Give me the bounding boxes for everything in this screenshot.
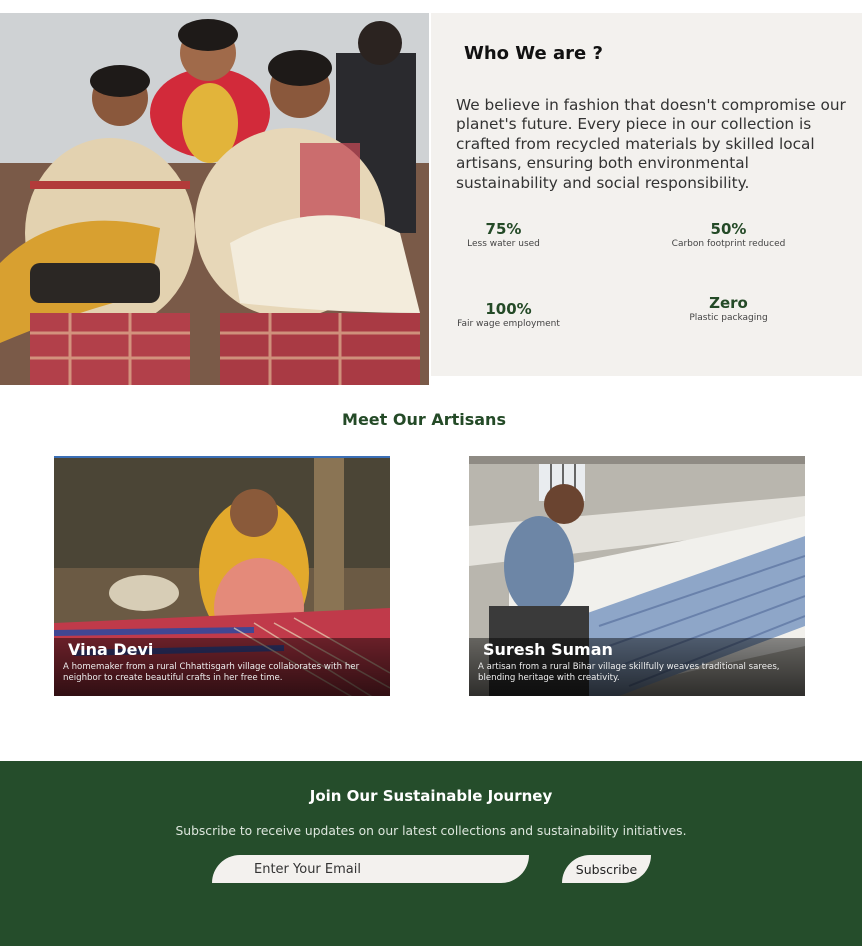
stat-value: 100% bbox=[485, 300, 532, 318]
stat-value: 75% bbox=[485, 220, 522, 238]
stat-label: Fair wage employment bbox=[457, 319, 560, 329]
stat-value: Zero bbox=[709, 294, 748, 312]
subscribe-button[interactable]: Subscribe bbox=[562, 855, 651, 883]
stat-label: Carbon footprint reduced bbox=[671, 239, 786, 249]
newsletter-section: Join Our Sustainable Journey Subscribe t… bbox=[0, 761, 862, 946]
artisan-description: A artisan from a rural Bihar village ski… bbox=[478, 662, 780, 683]
about-section: Who We are ? We believe in fashion that … bbox=[0, 13, 862, 385]
artisan-description: A homemaker from a rural Chhattisgarh vi… bbox=[63, 662, 360, 683]
stat-plastic: Zero Plastic packaging bbox=[676, 294, 781, 324]
newsletter-title: Join Our Sustainable Journey bbox=[309, 787, 553, 805]
email-input[interactable] bbox=[212, 855, 529, 883]
about-panel: Who We are ? We believe in fashion that … bbox=[431, 13, 862, 376]
artisans-group-photo bbox=[0, 13, 429, 385]
artisan-name: Vina Devi bbox=[68, 640, 154, 659]
stat-water: 75% Less water used bbox=[451, 220, 556, 250]
artisans-title: Meet Our Artisans bbox=[342, 410, 506, 429]
stat-fair-wage: 100% Fair wage employment bbox=[451, 300, 566, 330]
artisan-card-suresh[interactable]: Suresh Suman A artisan from a rural Biha… bbox=[469, 456, 805, 696]
stat-label: Plastic packaging bbox=[689, 313, 768, 323]
stat-label: Less water used bbox=[467, 239, 540, 249]
stat-value: 50% bbox=[710, 220, 747, 238]
artisans-group-illustration bbox=[0, 13, 429, 385]
artisan-name: Suresh Suman bbox=[483, 640, 613, 659]
stat-carbon: 50% Carbon footprint reduced bbox=[666, 220, 791, 250]
about-text: We believe in fashion that doesn't compr… bbox=[456, 96, 846, 192]
artisan-card-vina[interactable]: Vina Devi A homemaker from a rural Chhat… bbox=[54, 456, 390, 696]
newsletter-subtitle: Subscribe to receive updates on our late… bbox=[175, 824, 687, 838]
about-title: Who We are ? bbox=[464, 43, 603, 64]
